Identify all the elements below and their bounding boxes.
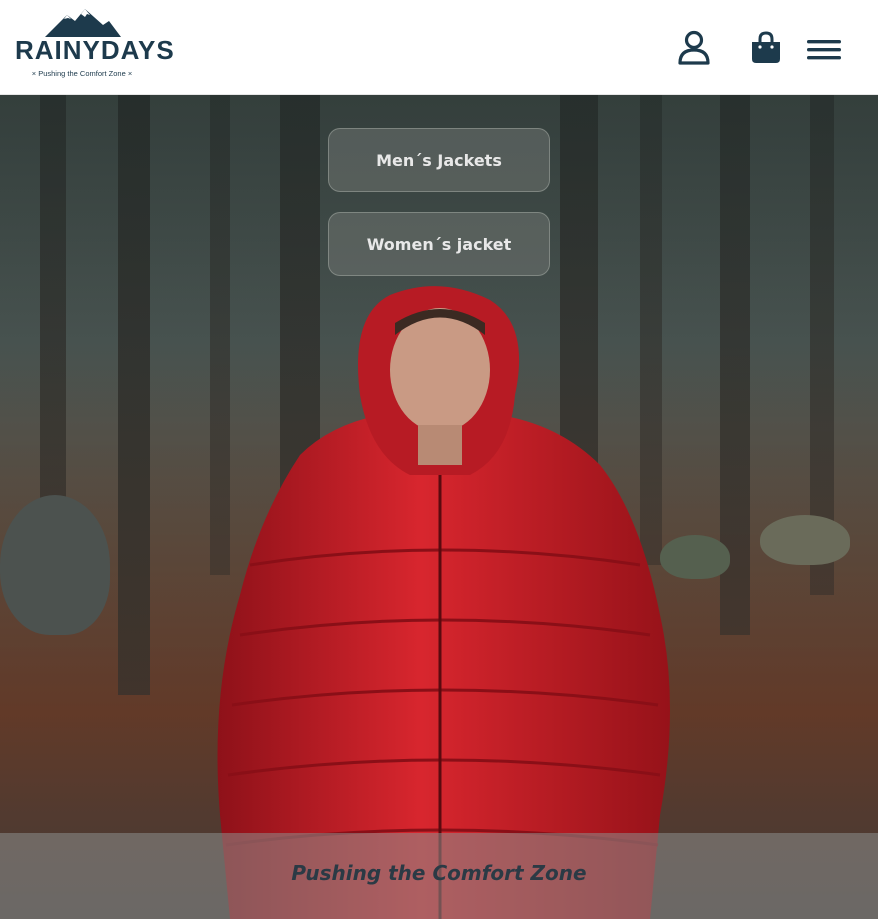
slogan-text: Pushing the Comfort Zone <box>291 861 587 885</box>
womens-jacket-button[interactable]: Women´s jacket <box>328 212 550 276</box>
hero-section: Men´s Jackets Women´s jacket <box>0 95 878 919</box>
shopping-bag-icon[interactable] <box>748 30 784 66</box>
hamburger-menu-icon[interactable] <box>805 36 843 66</box>
mens-jackets-button[interactable]: Men´s Jackets <box>328 128 550 192</box>
slogan-banner: Pushing the Comfort Zone <box>0 833 878 919</box>
site-header: RAINYDAYS × Pushing the Comfort Zone × <box>0 0 878 95</box>
logo-tagline: × Pushing the Comfort Zone × <box>31 69 133 78</box>
logo-brand-text: RAINYDAYS <box>15 35 175 65</box>
mountain-logo-icon <box>45 9 121 37</box>
rainydays-logo[interactable]: RAINYDAYS × Pushing the Comfort Zone × <box>15 9 175 83</box>
user-icon[interactable] <box>676 30 712 66</box>
